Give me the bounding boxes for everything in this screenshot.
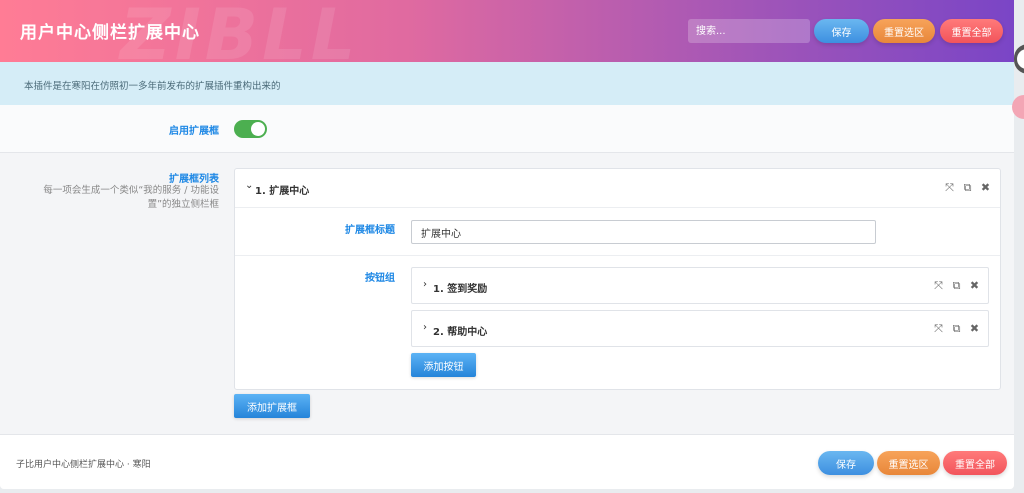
- settings-panel: ZIBLL 用户中心侧栏扩展中心 保存 重置选区 重置全部 本插件是在寒阳在仿照…: [0, 0, 1014, 489]
- button-item-title: 1. 签到奖励: [433, 284, 488, 295]
- enable-label: 启用扩展框: [169, 126, 219, 137]
- clone-icon[interactable]: ⧉: [962, 181, 973, 195]
- extension-box-group: ⌄ 1. 扩展中心 ⤧ ⧉ ✖ 扩展框标题 按钮组 › 1. 签到奖励 ⤧ ⧉ …: [234, 168, 1001, 390]
- button-item[interactable]: › 1. 签到奖励 ⤧ ⧉ ✖: [411, 267, 989, 304]
- header: ZIBLL 用户中心侧栏扩展中心 保存 重置选区 重置全部: [0, 0, 1014, 62]
- enable-toggle[interactable]: [234, 120, 267, 138]
- item-actions: ⤧ ⧉ ✖: [933, 322, 980, 336]
- reset-all-button[interactable]: 重置全部: [940, 19, 1003, 43]
- group-title: 1. 扩展中心: [255, 186, 310, 197]
- footer-credit: 子比用户中心侧栏扩展中心 · 寒阳: [16, 460, 151, 470]
- list-label: 扩展框列表: [169, 174, 219, 185]
- footer-reset-all-button[interactable]: 重置全部: [943, 451, 1007, 475]
- expand-icon[interactable]: ⤧: [933, 322, 944, 336]
- save-button[interactable]: 保存: [814, 19, 869, 43]
- close-icon[interactable]: ✖: [980, 181, 991, 195]
- notice-banner: 本插件是在寒阳在仿照初一多年前发布的扩展插件重构出来的: [0, 62, 1014, 105]
- title-field-row: 扩展框标题: [235, 209, 1000, 256]
- title-input[interactable]: [411, 220, 876, 244]
- expand-icon[interactable]: ⤧: [933, 279, 944, 293]
- chevron-right-icon[interactable]: ›: [423, 279, 427, 290]
- buttons-field-label: 按钮组: [365, 273, 395, 284]
- chevron-down-icon[interactable]: ⌄: [245, 180, 253, 191]
- notice-text: 本插件是在寒阳在仿照初一多年前发布的扩展插件重构出来的: [24, 81, 281, 92]
- group-header[interactable]: ⌄ 1. 扩展中心 ⤧ ⧉ ✖: [235, 169, 1000, 208]
- floating-tool-icon[interactable]: [1014, 44, 1024, 74]
- button-item[interactable]: › 2. 帮助中心 ⤧ ⧉ ✖: [411, 310, 989, 347]
- list-description: 每一项会生成一个类似“我的服务 / 功能设置”的独立侧栏框: [43, 185, 219, 210]
- search-input[interactable]: [688, 19, 810, 43]
- page-title: 用户中心侧栏扩展中心: [20, 23, 200, 43]
- item-actions: ⤧ ⧉ ✖: [933, 279, 980, 293]
- enable-field-row: 启用扩展框: [0, 105, 1014, 153]
- button-item-title: 2. 帮助中心: [433, 327, 488, 338]
- title-field-label: 扩展框标题: [345, 225, 395, 236]
- clone-icon[interactable]: ⧉: [951, 322, 962, 336]
- footer-reset-section-button[interactable]: 重置选区: [877, 451, 940, 475]
- reset-section-button[interactable]: 重置选区: [873, 19, 935, 43]
- add-button-button[interactable]: 添加按钮: [411, 353, 476, 377]
- close-icon[interactable]: ✖: [969, 322, 980, 336]
- chevron-right-icon[interactable]: ›: [423, 322, 427, 333]
- close-icon[interactable]: ✖: [969, 279, 980, 293]
- add-box-button[interactable]: 添加扩展框: [234, 394, 310, 418]
- toggle-knob: [251, 122, 265, 136]
- footer: 子比用户中心侧栏扩展中心 · 寒阳 保存 重置选区 重置全部: [0, 434, 1014, 489]
- clone-icon[interactable]: ⧉: [951, 279, 962, 293]
- expand-icon[interactable]: ⤧: [944, 181, 955, 195]
- footer-save-button[interactable]: 保存: [818, 451, 874, 475]
- group-actions: ⤧ ⧉ ✖: [944, 181, 991, 195]
